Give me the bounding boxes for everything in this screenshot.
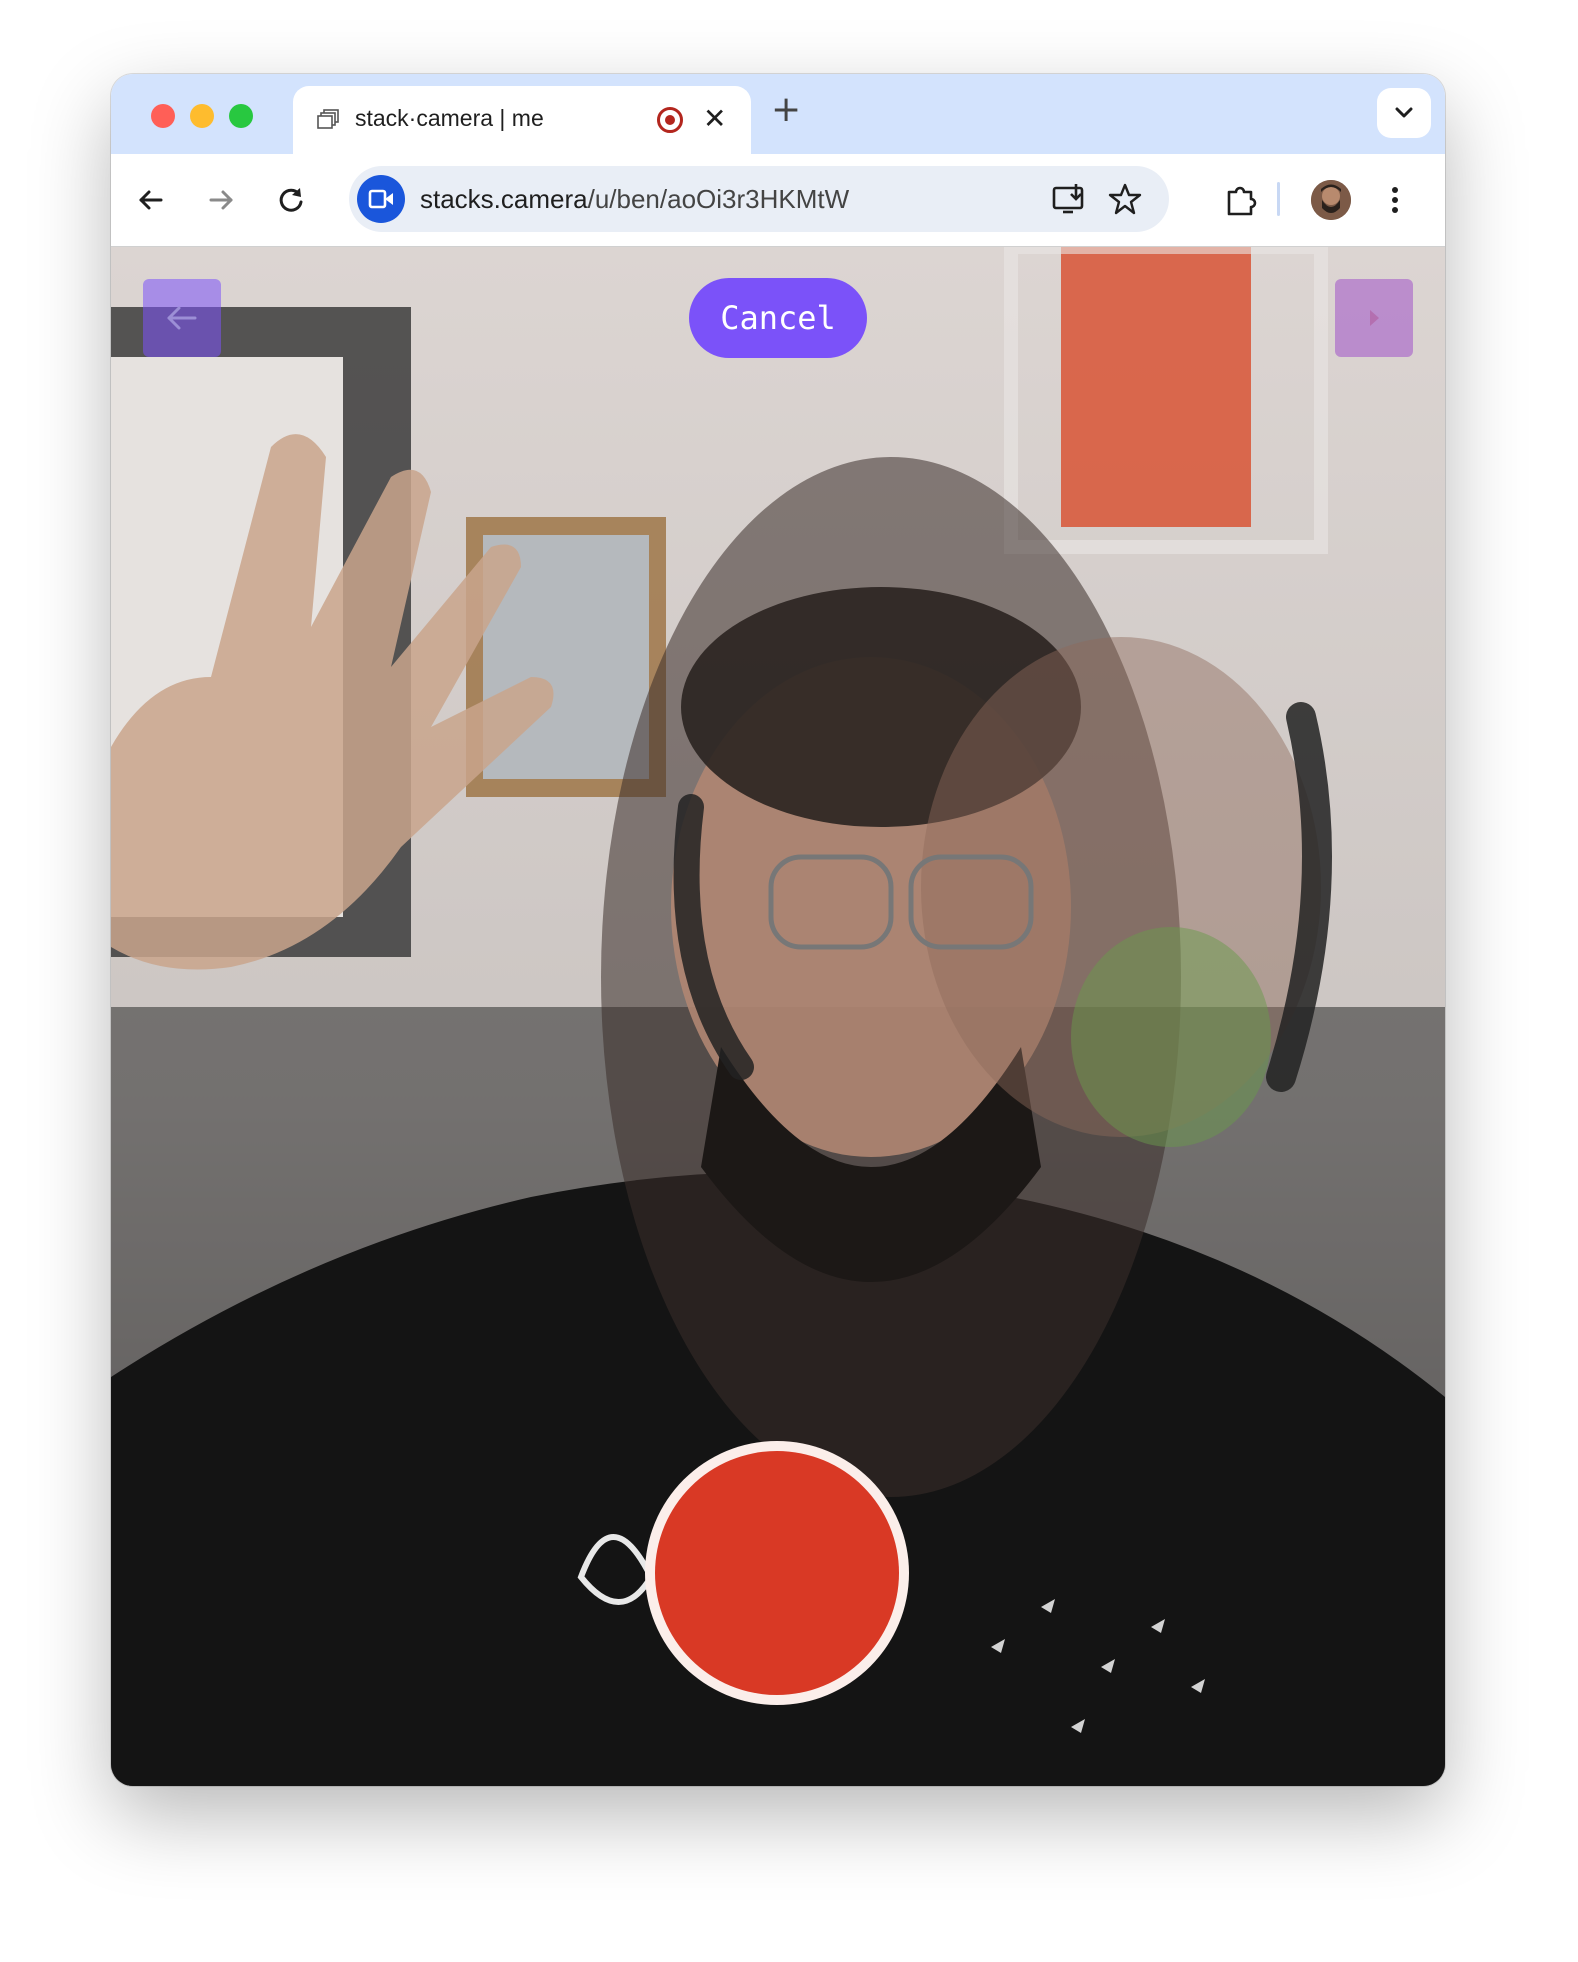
profile-avatar-image — [1311, 180, 1351, 220]
url-path: /u/ben/aoOi3r3HKMtW — [587, 184, 850, 214]
camera-viewport: Cancel — [111, 247, 1445, 1786]
url-text: stacks.camera/u/ben/aoOi3r3HKMtW — [420, 184, 849, 215]
install-app-icon[interactable] — [1049, 180, 1089, 220]
site-info-button[interactable] — [357, 175, 405, 223]
address-bar[interactable]: stacks.camera/u/ben/aoOi3r3HKMtW — [349, 166, 1169, 232]
toolbar-divider — [1277, 182, 1280, 216]
zoom-window-button[interactable] — [229, 104, 253, 128]
next-button[interactable] — [1335, 279, 1413, 357]
browser-window: stack·camera | me ✕ + stacks.camera/u/be… — [111, 74, 1445, 1786]
tab-strip: stack·camera | me ✕ + — [111, 74, 1445, 154]
avatar[interactable] — [1311, 180, 1351, 220]
tab-title: stack·camera | me — [355, 105, 544, 131]
close-window-button[interactable] — [151, 104, 175, 128]
url-host: stacks.camera — [420, 184, 588, 214]
tab-stack-camera[interactable]: stack·camera | me ✕ — [293, 86, 751, 154]
reload-icon[interactable] — [271, 180, 311, 220]
plus-icon[interactable]: + — [771, 92, 801, 128]
record-button[interactable] — [645, 1441, 909, 1705]
star-icon[interactable] — [1105, 180, 1145, 220]
recording-icon — [657, 107, 683, 133]
play-icon — [1370, 310, 1379, 326]
close-icon[interactable]: ✕ — [703, 102, 726, 135]
record-button-core — [655, 1451, 899, 1695]
chevron-down-icon — [1395, 107, 1413, 118]
video-camera-icon — [368, 189, 393, 209]
stack-icon — [317, 109, 339, 129]
cancel-button[interactable]: Cancel — [689, 278, 867, 358]
previous-button[interactable] — [143, 279, 221, 357]
arrow-left-icon[interactable] — [131, 180, 171, 220]
arrow-left-icon — [167, 306, 197, 330]
minimize-window-button[interactable] — [190, 104, 214, 128]
arrow-right-icon[interactable] — [201, 180, 241, 220]
tab-search-button[interactable] — [1377, 88, 1431, 138]
browser-toolbar: stacks.camera/u/ben/aoOi3r3HKMtW — [111, 154, 1445, 247]
puzzle-icon[interactable] — [1221, 180, 1261, 220]
more-vertical-icon[interactable] — [1375, 180, 1415, 220]
